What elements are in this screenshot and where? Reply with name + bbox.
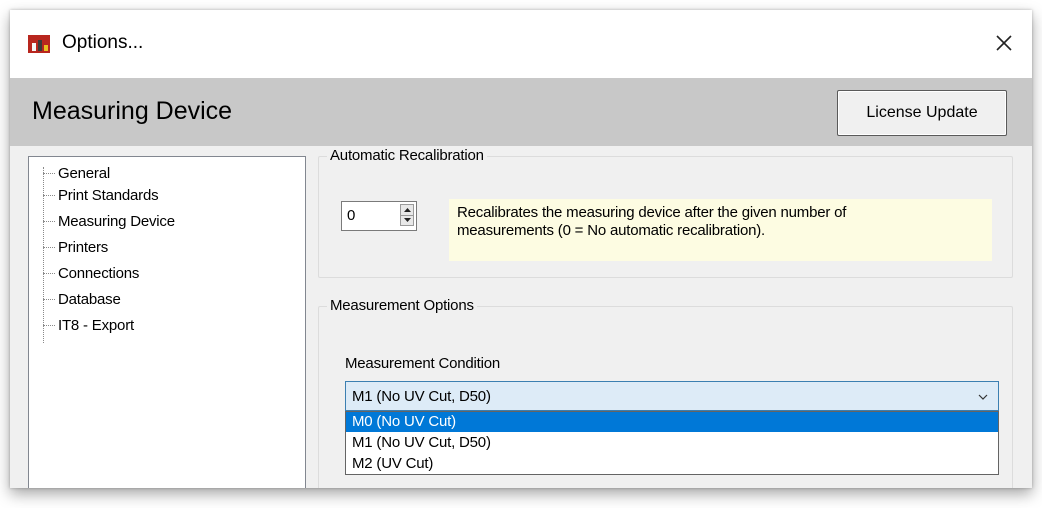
dropdown-option-m0[interactable]: M0 (No UV Cut) <box>346 412 998 432</box>
caret-down-icon <box>403 218 411 223</box>
tree-item-general[interactable]: General <box>43 163 110 183</box>
automatic-recalibration-group: Automatic Recalibration 0 Recalibrates t… <box>318 147 1013 278</box>
options-tree: General Print Standards Measuring Device… <box>28 156 306 488</box>
stepper-buttons <box>400 204 414 226</box>
option-label: M0 (No UV Cut) <box>352 413 456 430</box>
group-title: Automatic Recalibration <box>327 147 487 164</box>
dialog-body: General Print Standards Measuring Device… <box>10 146 1032 488</box>
tree-item-connections[interactable]: Connections <box>43 263 139 283</box>
tree-item-measuring-device[interactable]: Measuring Device <box>43 211 175 231</box>
caret-up-icon <box>403 207 411 212</box>
info-line-2: measurements (0 = No automatic recalibra… <box>457 222 766 239</box>
tree-item-label: General <box>58 164 110 182</box>
chevron-down-icon <box>978 394 988 400</box>
title-bar: Options... <box>10 10 1032 78</box>
dropdown-option-m2[interactable]: M2 (UV Cut) <box>346 454 998 474</box>
tree-item-label: Printers <box>58 238 109 256</box>
measurement-condition-label: Measurement Condition <box>345 355 501 372</box>
tree-item-print-standards[interactable]: Print Standards <box>43 185 159 205</box>
stepper-value: 0 <box>347 207 356 224</box>
app-chart-icon <box>28 35 50 53</box>
tree-item-it8-export[interactable]: IT8 - Export <box>43 315 134 335</box>
info-line-1: Recalibrates the measuring device after … <box>457 204 847 221</box>
tree-item-label: Measuring Device <box>58 212 175 230</box>
stepper-down-button[interactable] <box>400 214 414 226</box>
options-dialog: Options... Measuring Device License Upda… <box>10 10 1032 488</box>
page-header: Measuring Device License Update <box>10 78 1032 146</box>
measurement-condition-select[interactable]: M1 (No UV Cut, D50) <box>345 381 999 411</box>
page-title: Measuring Device <box>32 97 233 125</box>
tree-item-label: Connections <box>58 264 140 282</box>
window-title: Options... <box>62 32 144 53</box>
tree-item-printers[interactable]: Printers <box>43 237 108 257</box>
measurement-options-group: Measurement Options Measurement Conditio… <box>318 297 1013 488</box>
license-update-button[interactable]: License Update <box>837 90 1007 136</box>
close-icon <box>996 35 1012 51</box>
stepper-up-button[interactable] <box>400 204 414 215</box>
select-value: M1 (No UV Cut, D50) <box>352 388 491 405</box>
group-title: Measurement Options <box>327 297 477 314</box>
recalibration-count-stepper[interactable]: 0 <box>341 201 417 231</box>
tree-item-database[interactable]: Database <box>43 289 121 309</box>
tree-item-label: Database <box>58 290 121 308</box>
recalibration-info-text: Recalibrates the measuring device after … <box>457 204 846 240</box>
measurement-condition-dropdown-list: M0 (No UV Cut) M1 (No UV Cut, D50) M2 (U… <box>345 411 999 475</box>
option-label: M1 (No UV Cut, D50) <box>352 434 491 451</box>
option-label: M2 (UV Cut) <box>352 455 434 472</box>
tree-item-label: Print Standards <box>58 186 159 204</box>
close-button[interactable] <box>986 26 1022 60</box>
tree-item-label: IT8 - Export <box>58 316 134 334</box>
dropdown-option-m1[interactable]: M1 (No UV Cut, D50) <box>346 433 998 453</box>
recalibration-info-box: Recalibrates the measuring device after … <box>449 199 992 261</box>
